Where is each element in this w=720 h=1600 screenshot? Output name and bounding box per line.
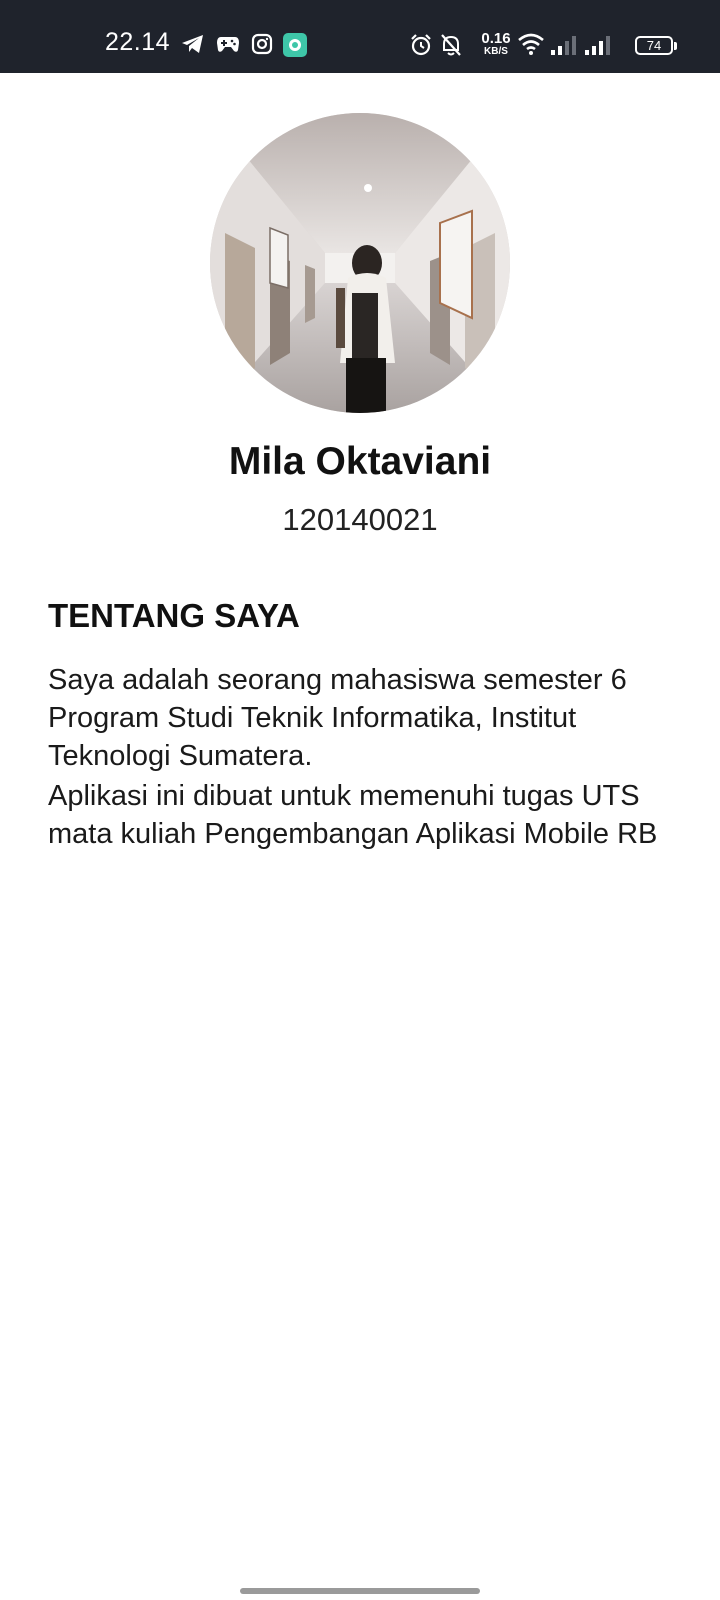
- alarm-icon: [411, 34, 431, 56]
- gamepad-icon: [217, 37, 239, 52]
- speed-value: 0.16: [481, 30, 511, 47]
- about-title: TENTANG SAYA: [48, 597, 300, 634]
- about-paragraph: Aplikasi ini dibuat untuk memenuhi tugas…: [48, 780, 658, 850]
- speed-unit: KB/S: [484, 46, 508, 57]
- wifi-icon: [518, 33, 544, 55]
- profile-nim: 120140021: [282, 502, 438, 537]
- bell-off-icon: [441, 34, 461, 56]
- battery-icon: 74: [635, 36, 677, 55]
- about-text: Saya adalah seorang mahasiswa semester 6…: [48, 661, 688, 853]
- instagram-icon: [251, 33, 273, 55]
- profile-name: Mila Oktaviani: [228, 440, 492, 483]
- profile-photo: [210, 113, 510, 413]
- chat-app-icon: [283, 33, 307, 57]
- status-bar: 22.14 0.16 KB/S 74: [0, 0, 720, 73]
- status-time: 22.14: [105, 28, 171, 56]
- battery-level: 74: [646, 38, 662, 53]
- signal-icon: [585, 36, 610, 55]
- about-paragraph: Saya adalah seorang mahasiswa semester 6…: [48, 664, 627, 772]
- signal-icon: [551, 36, 576, 55]
- telegram-icon: [182, 35, 203, 53]
- network-speed: 0.16 KB/S: [480, 31, 512, 57]
- home-indicator[interactable]: [240, 1588, 480, 1594]
- avatar: [210, 113, 510, 413]
